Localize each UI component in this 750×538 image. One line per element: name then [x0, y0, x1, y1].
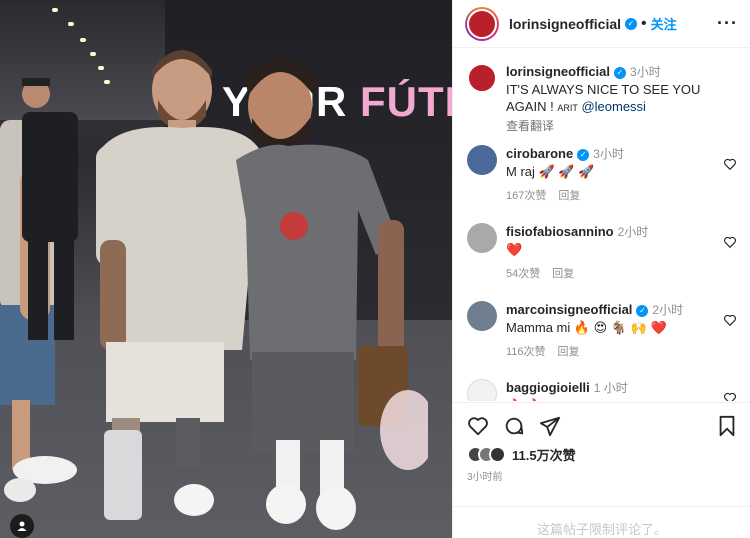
comment-heart-icon[interactable] [723, 313, 737, 327]
post-photo[interactable]: YOUR FÚTI [0, 0, 452, 538]
bookmark-icon[interactable] [717, 415, 737, 437]
likes-count[interactable]: 11.5万次赞 [512, 445, 576, 464]
comment-heart-icon[interactable] [723, 235, 737, 249]
comment-avatar[interactable] [467, 301, 497, 331]
comment-text: Mamma mi 🔥 😍 🐐 🙌 ❤️ [506, 320, 667, 335]
post-actions: 11.5万次赞 3小时前 这篇帖子限制评论了。 [453, 402, 750, 538]
comment-likes[interactable]: 167次赞 [506, 190, 546, 202]
comment-time: 2小时 [617, 225, 649, 239]
verified-badge-icon: ✓ [625, 17, 638, 30]
comment-body: fisiofabiosannino 2小时 ❤️ 54次赞 回复 [506, 223, 706, 283]
caption-mention[interactable]: @leomessi [581, 99, 646, 114]
heart-icon[interactable] [467, 415, 489, 437]
liker-avatar [489, 446, 506, 463]
post-time: 3小时前 [467, 472, 503, 483]
caption-body: lorinsigneofficial ✓ 3小时 IT'S ALWAYS NICE … [506, 63, 736, 135]
comment-body: baggiogioielli1 小时 🔥 🔥 [506, 379, 706, 401]
comment-avatar[interactable] [467, 145, 497, 175]
reply-button[interactable]: 回复 [552, 268, 574, 280]
translate-link[interactable]: 查看翻译 [506, 119, 554, 133]
comment-time: 2小时 [652, 303, 684, 317]
comment-meta: 116次赞 回复 [506, 344, 716, 361]
caption-tag: ARIT [557, 103, 578, 113]
comment-username[interactable]: baggiogioielli [506, 380, 590, 395]
comment-meta: 54次赞 回复 [506, 266, 706, 283]
comment-text: M raj 🚀 🚀 🚀 [506, 164, 595, 179]
comment-meta: 167次赞 回复 [506, 188, 706, 205]
comment-heart-icon[interactable] [723, 157, 737, 171]
ceiling-light [68, 22, 74, 26]
person-insigne [236, 57, 428, 530]
comment-body: marcoinsigneofficial ✓ 2小时 Mamma mi 🔥 😍 🐐 … [506, 301, 716, 361]
comments-limited-notice: 这篇帖子限制评论了。 [453, 506, 750, 538]
follow-button[interactable]: 关注 [651, 14, 677, 33]
action-icons [453, 403, 750, 437]
author-username[interactable]: lorinsigneofficial [509, 16, 621, 32]
author-avatar [467, 8, 497, 39]
comments-list[interactable]: lorinsigneofficial ✓ 3小时 IT'S ALWAYS NICE … [453, 49, 750, 401]
comment-icon[interactable] [503, 415, 525, 437]
comment-time: 1 小时 [593, 381, 628, 395]
photo-user-tag-icon[interactable] [10, 514, 34, 538]
verified-badge-icon: ✓ [614, 66, 627, 79]
verified-badge-icon: ✓ [577, 148, 590, 161]
author-avatar-ring[interactable] [465, 6, 499, 41]
comment-time: 3小时 [593, 147, 624, 161]
person-silhouette-icon [17, 521, 27, 531]
verified-badge-icon: ✓ [636, 304, 649, 317]
likes-row: 11.5万次赞 [453, 437, 750, 464]
comment-username[interactable]: marcoinsigneofficial [506, 302, 632, 317]
comment-avatar[interactable] [467, 379, 497, 401]
comment-body: cirobarone ✓ 3小时 M raj 🚀 🚀 🚀 167次赞 回复 [506, 145, 706, 205]
comment-likes[interactable]: 116次赞 [506, 346, 546, 358]
comment-text: ❤️ [506, 242, 523, 257]
caption-avatar[interactable] [467, 63, 497, 93]
ceiling-light [52, 8, 58, 12]
more-horizontal-icon[interactable]: ··· [717, 13, 738, 34]
separator-dot: • [641, 14, 647, 32]
comment-heart-icon[interactable] [723, 391, 737, 401]
reply-button[interactable]: 回复 [558, 346, 580, 358]
share-icon[interactable] [539, 415, 561, 437]
comment-username[interactable]: fisiofabiosannino [506, 224, 614, 239]
post-header: lorinsigneofficial ✓ • 关注 ··· [453, 0, 750, 48]
comment-likes[interactable]: 54次赞 [506, 268, 540, 280]
caption-time: 3小时 [630, 65, 661, 79]
comment-username[interactable]: cirobarone [506, 146, 573, 161]
comment-avatar[interactable] [467, 223, 497, 253]
comment-text: 🔥 🔥 [506, 398, 542, 401]
caption-username[interactable]: lorinsigneofficial [506, 64, 610, 79]
post-side-panel: lorinsigneofficial ✓ • 关注 ··· lorinsigne… [452, 0, 750, 538]
reply-button[interactable]: 回复 [558, 190, 580, 202]
